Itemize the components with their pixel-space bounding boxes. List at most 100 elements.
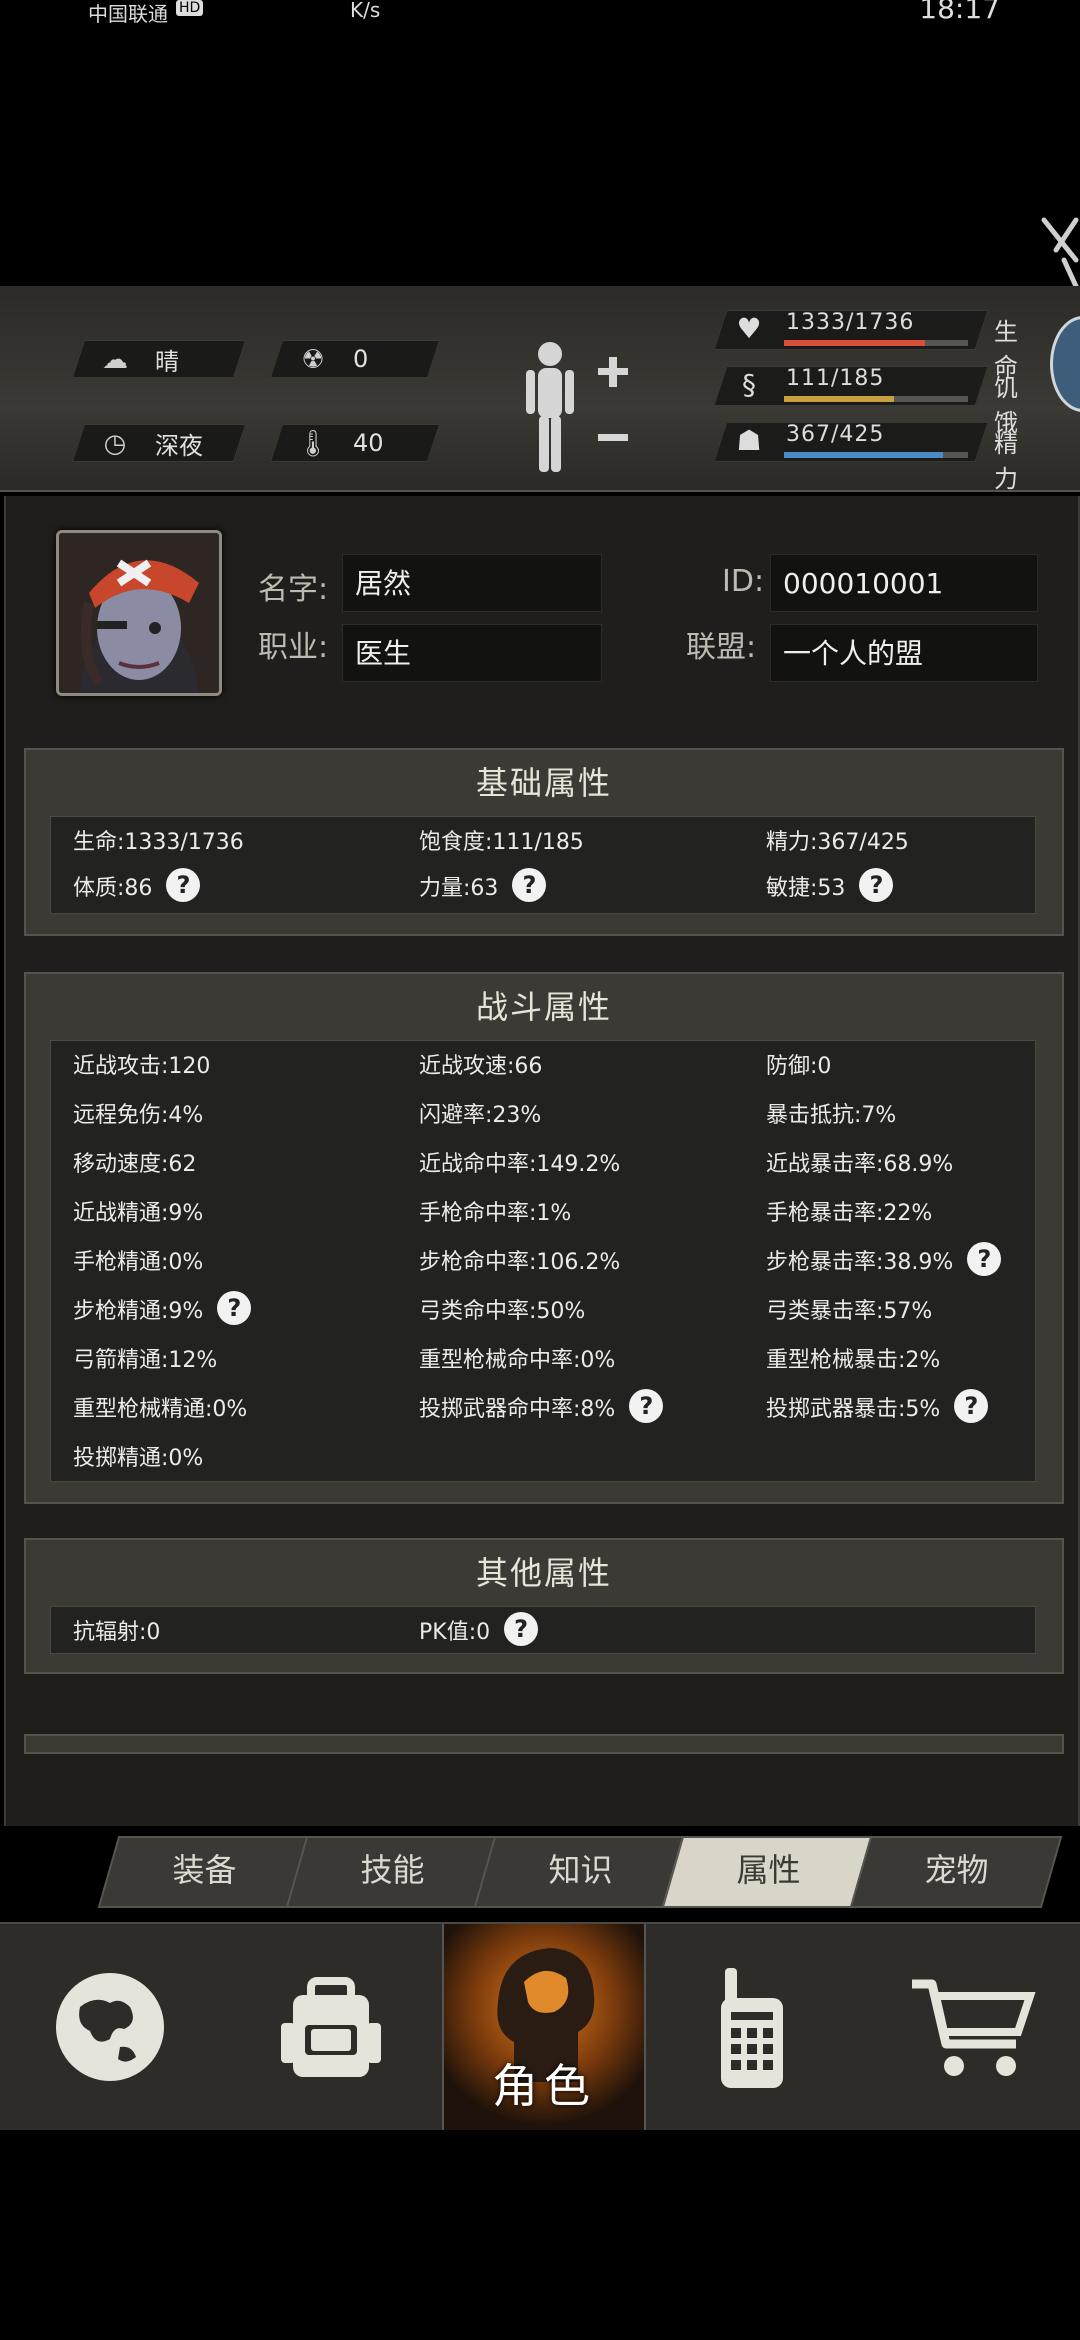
nav-world[interactable] [0, 1924, 220, 2130]
attribute-text: 防御:0 [766, 1054, 832, 1079]
tab-label: 装备 [172, 1851, 237, 1889]
attribute-cell: PK值:0? [419, 1609, 539, 1657]
combat-attributes-grid: 近战攻击:120 近战攻速:66 防御:0 远程免伤:4% 闪避率:23% 暴击抵抗:7%… [50, 1040, 1036, 1482]
id-label: ID: [722, 564, 765, 599]
hd-badge: HD [176, 0, 204, 16]
attribute-cell: 生命:1333/1736 [73, 819, 244, 867]
attribute-cell: 敏捷:53? [766, 865, 894, 913]
weather-label: 晴 [155, 347, 179, 376]
attribute-cell: 步枪命中率:106.2% [419, 1239, 620, 1287]
nav-character[interactable]: 角色 [442, 1924, 646, 2130]
section-title: 其他属性 [475, 1554, 612, 1592]
attribute-cell: 手枪命中率:1% [419, 1190, 571, 1238]
radiation-icon: ☢ [301, 345, 325, 375]
section-title: 基础属性 [475, 764, 612, 802]
attribute-cell: 近战命中率:149.2% [419, 1141, 620, 1189]
attribute-cell: 饱食度:111/185 [419, 819, 584, 867]
attribute-text: 敏捷:53 [766, 876, 846, 901]
attribute-text: 生命:1333/1736 [73, 830, 244, 855]
tab-2[interactable]: 知识 [473, 1836, 687, 1908]
help-icon[interactable]: ? [166, 868, 201, 902]
attribute-cell: 力量:63? [419, 865, 547, 913]
attribute-text: 移动速度:62 [73, 1152, 197, 1177]
body-status-icon[interactable] [520, 338, 640, 478]
attribute-cell: 步枪精通:9%? [73, 1288, 252, 1336]
attribute-cell: 精力:367/425 [766, 819, 909, 867]
attribute-text: 投掷武器命中率:8% [419, 1397, 616, 1422]
other-attributes-grid: 抗辐射:0 PK值:0? [50, 1606, 1036, 1654]
attribute-cell: 投掷精通:0% [73, 1435, 203, 1483]
stomach-icon: § [742, 368, 756, 401]
tab-1[interactable]: 技能 [285, 1836, 499, 1908]
radiation-pill: ☢ 0 [269, 340, 441, 378]
help-icon[interactable]: ? [967, 1242, 1002, 1276]
attribute-text: 重型枪械命中率:0% [419, 1348, 616, 1373]
attribute-text: 近战命中率:149.2% [419, 1152, 621, 1177]
tab-label: 技能 [360, 1851, 425, 1889]
attribute-text: 步枪命中率:106.2% [419, 1250, 621, 1275]
help-icon[interactable]: ? [859, 868, 894, 902]
backpack-icon [281, 1977, 381, 2077]
avatar-portrait-icon [59, 533, 219, 693]
attribute-cell: 近战精通:9% [73, 1190, 203, 1238]
nav-character-label: 角色 [492, 2059, 596, 2113]
attribute-text: 近战暴击率:68.9% [766, 1152, 954, 1177]
attribute-text: 远程免伤:4% [73, 1103, 204, 1128]
thermometer-icon: 🌡 [296, 429, 330, 459]
radio-icon [721, 1968, 783, 2088]
combat-attributes-section: 战斗属性 近战攻击:120 近战攻速:66 防御:0 远程免伤:4% 闪避率:23% 暴击… [24, 972, 1064, 1504]
cart-icon [912, 1979, 1036, 2076]
job-field: 医生 [342, 624, 602, 682]
help-icon[interactable]: ? [629, 1389, 664, 1423]
attribute-text: 暴击抵抗:7% [766, 1103, 897, 1128]
health-bar: ♥ 1333/1736 生命 [713, 310, 1040, 381]
heart-icon: ♥ [736, 312, 762, 345]
network-speed: K/s [350, 0, 381, 22]
attribute-cell: 防御:0 [766, 1043, 831, 1091]
tab-4[interactable]: 宠物 [849, 1836, 1063, 1908]
attribute-cell: 手枪精通:0% [73, 1239, 203, 1287]
cloud-sun-icon: ☁ [102, 345, 128, 375]
attribute-text: 投掷武器暴击:5% [766, 1397, 941, 1422]
attribute-text: 弓类暴击率:57% [766, 1299, 933, 1324]
attribute-text: 手枪暴击率:22% [766, 1201, 933, 1226]
id-field: 000010001 [770, 554, 1038, 612]
energy-label: 精力 [994, 430, 1018, 493]
section-title: 战斗属性 [475, 988, 612, 1026]
attribute-text: 手枪精通:0% [73, 1250, 204, 1275]
attribute-text: 手枪命中率:1% [419, 1201, 572, 1226]
character-panel: 名字: 居然 职业: 医生 ID: 000010001 联盟: 一个人的盟 基础… [4, 496, 1080, 1826]
tab-3[interactable]: 属性 [661, 1836, 875, 1908]
attribute-text: 抗辐射:0 [73, 1620, 161, 1645]
help-icon[interactable]: ? [504, 1612, 539, 1646]
nav-radio[interactable] [642, 1924, 862, 2130]
health-value: 1333/1736 [786, 310, 915, 335]
globe-icon [56, 1973, 164, 2081]
attribute-cell: 弓箭精通:12% [73, 1337, 217, 1385]
attribute-cell: 重型枪械命中率:0% [419, 1337, 615, 1385]
next-section-edge [24, 1734, 1064, 1754]
basic-attributes-grid: 生命:1333/1736 饱食度:111/185 精力:367/425 体质:86? 力… [50, 816, 1036, 914]
attribute-cell: 投掷武器暴击:5%? [766, 1386, 989, 1434]
tab-label: 宠物 [924, 1851, 989, 1889]
attribute-cell: 暴击抵抗:7% [766, 1092, 896, 1140]
tab-label: 属性 [736, 1851, 801, 1889]
attribute-text: 精力:367/425 [766, 830, 909, 855]
alliance-label: 联盟: [686, 630, 757, 665]
name-field: 居然 [342, 554, 602, 612]
name-label: 名字: [258, 572, 329, 607]
basic-attributes-section: 基础属性 生命:1333/1736 饱食度:111/185 精力:367/425 体质… [24, 748, 1064, 936]
attribute-cell: 移动速度:62 [73, 1141, 196, 1189]
help-icon[interactable]: ? [954, 1389, 989, 1423]
attribute-cell: 投掷武器命中率:8%? [419, 1386, 664, 1434]
help-icon[interactable]: ? [512, 868, 547, 902]
attribute-cell: 远程免伤:4% [73, 1092, 203, 1140]
nav-backpack[interactable] [220, 1924, 442, 2130]
nav-shop[interactable] [862, 1924, 1080, 2130]
tab-0[interactable]: 装备 [97, 1836, 311, 1908]
attribute-cell: 弓类命中率:50% [419, 1288, 585, 1336]
attribute-text: 步枪精通:9% [73, 1299, 204, 1324]
attribute-text: 饱食度:111/185 [419, 830, 584, 855]
help-icon[interactable]: ? [217, 1291, 252, 1325]
hunger-bar: § 111/185 饥饿 [713, 366, 1040, 437]
